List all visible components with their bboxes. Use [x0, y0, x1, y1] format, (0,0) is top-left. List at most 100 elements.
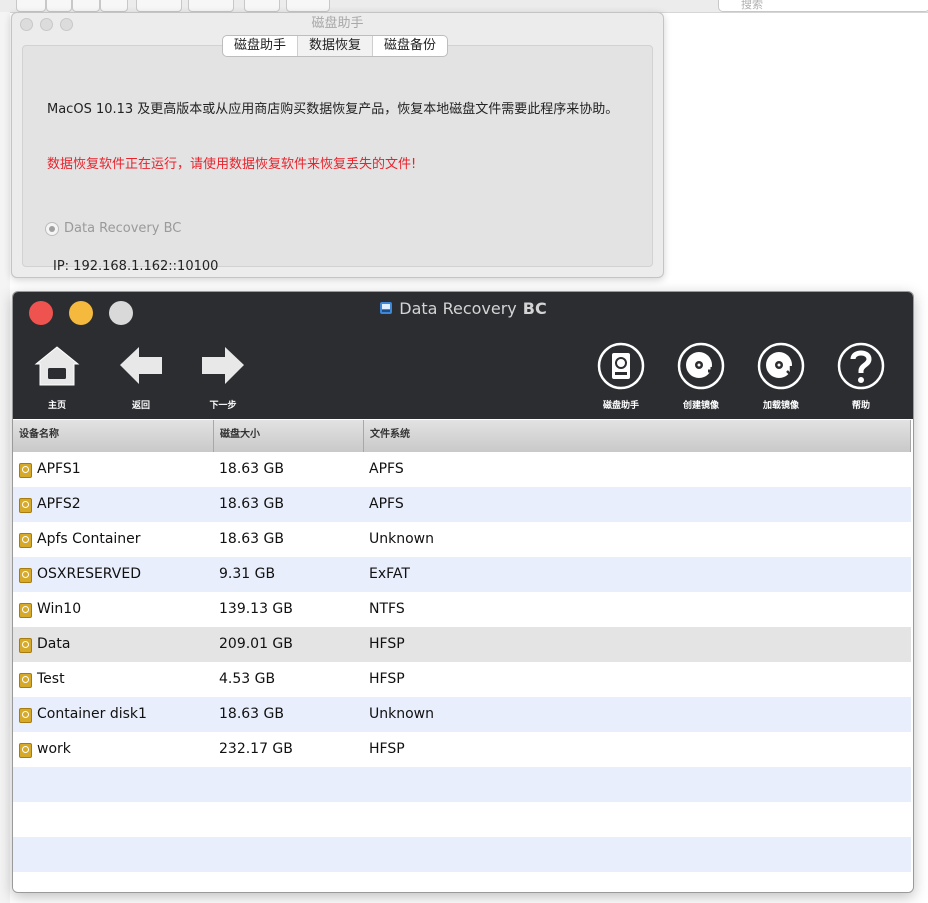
device-name-cell: Data — [37, 636, 71, 652]
empty-table-row — [13, 872, 911, 892]
file-system-cell: ExFAT — [369, 566, 410, 582]
disk-size-cell: 18.63 GB — [219, 706, 284, 722]
create-image-button[interactable]: 创建镜像 — [669, 342, 733, 412]
data-recovery-window: Data Recovery BC 主页 返回 下一步 磁盘助手 创建镜像 加载镜… — [12, 291, 914, 893]
table-row[interactable]: Test 4.53 GB HFSP — [13, 662, 911, 697]
home-icon — [34, 346, 80, 386]
disk-assistant-icon — [597, 342, 645, 390]
table-row[interactable]: APFS2 18.63 GB APFS — [13, 487, 911, 522]
device-name-cell: OSXRESERVED — [37, 566, 141, 582]
disk-assistant-window: 磁盘助手 MacOS 10.13 及更高版本或从应用商店购买数据恢复产品，恢复本… — [11, 12, 664, 278]
empty-table-row — [13, 837, 911, 872]
app-toolbar: Data Recovery BC 主页 返回 下一步 磁盘助手 创建镜像 加载镜… — [13, 292, 913, 419]
create-image-label: 创建镜像 — [682, 401, 719, 411]
finder-search-input[interactable]: 搜索 — [718, 0, 928, 12]
device-name-cell: APFS1 — [37, 461, 81, 477]
arrow-left-icon — [120, 347, 162, 384]
table-row[interactable]: Win10 139.13 GB NTFS — [13, 592, 911, 627]
disk-assistant-label: 磁盘助手 — [602, 401, 639, 411]
column-disk-size[interactable]: 磁盘大小 — [214, 420, 364, 452]
assistant-tab-bar: 磁盘助手 数据恢复 磁盘备份 — [222, 35, 449, 57]
disk-size-cell: 232.17 GB — [219, 741, 293, 757]
file-system-cell: Unknown — [369, 531, 434, 547]
radio-data-recovery-bc[interactable]: Data Recovery BC — [45, 221, 181, 236]
gallery-view-button[interactable] — [100, 0, 128, 12]
file-system-cell: APFS — [369, 496, 404, 512]
share-button[interactable] — [244, 0, 280, 12]
search-placeholder: 搜索 — [741, 0, 763, 11]
help-label: 帮助 — [851, 401, 870, 411]
radio-label: Data Recovery BC — [64, 221, 182, 236]
arrange-button[interactable] — [136, 0, 182, 12]
table-row[interactable]: work 232.17 GB HFSP — [13, 732, 911, 767]
disk-icon — [19, 603, 32, 618]
help-icon — [837, 342, 885, 390]
disk-size-cell: 4.53 GB — [219, 671, 276, 687]
disk-size-cell: 18.63 GB — [219, 531, 284, 547]
table-row[interactable]: APFS1 18.63 GB APFS — [13, 452, 911, 487]
file-system-cell: NTFS — [369, 601, 405, 617]
tag-button[interactable] — [286, 0, 330, 12]
assistant-panel: MacOS 10.13 及更高版本或从应用商店购买数据恢复产品，恢复本地磁盘文件… — [22, 45, 653, 274]
disk-icon — [19, 533, 32, 548]
home-label: 主页 — [47, 401, 66, 411]
app-title: Data Recovery BC — [13, 299, 913, 318]
file-system-cell: Unknown — [369, 706, 434, 722]
action-gear-button[interactable] — [188, 0, 234, 12]
tab-disk-assistant[interactable]: 磁盘助手 — [223, 36, 299, 56]
home-button[interactable]: 主页 — [25, 342, 89, 412]
device-name-cell: work — [37, 741, 71, 757]
device-name-cell: Win10 — [37, 601, 82, 617]
assistant-description: MacOS 10.13 及更高版本或从应用商店购买数据恢复产品，恢复本地磁盘文件… — [47, 102, 619, 117]
device-name-cell: Container disk1 — [37, 706, 147, 722]
back-label: 返回 — [131, 401, 150, 411]
app-title-suffix: BC — [522, 299, 547, 318]
tab-data-recovery[interactable]: 数据恢复 — [298, 36, 374, 56]
ip-address: IP: 192.168.1.162::10100 — [53, 259, 219, 274]
table-row[interactable]: Data 209.01 GB HFSP — [13, 627, 911, 662]
empty-table-row — [13, 767, 911, 802]
disk-icon — [19, 708, 32, 723]
device-table-header: 设备名称 磁盘大小 文件系统 — [13, 420, 911, 453]
device-name-cell: APFS2 — [37, 496, 81, 512]
tab-disk-backup[interactable]: 磁盘备份 — [373, 36, 447, 56]
radio-indicator[interactable] — [45, 221, 59, 236]
disk-assistant-button[interactable]: 磁盘助手 — [589, 342, 653, 412]
file-system-cell: HFSP — [369, 741, 405, 757]
empty-table-row — [13, 802, 911, 837]
load-image-icon — [757, 342, 805, 390]
column-view-button[interactable] — [72, 0, 100, 12]
create-image-icon — [677, 342, 725, 390]
next-label: 下一步 — [209, 401, 237, 411]
table-row[interactable]: OSXRESERVED 9.31 GB ExFAT — [13, 557, 911, 592]
arrow-right-icon — [202, 347, 244, 384]
load-image-label: 加载镜像 — [762, 401, 799, 411]
device-name-cell: Apfs Container — [37, 531, 141, 547]
list-view-button[interactable] — [46, 0, 72, 12]
disk-icon — [19, 673, 32, 688]
table-row[interactable]: Apfs Container 18.63 GB Unknown — [13, 522, 911, 557]
disk-icon — [19, 568, 32, 583]
app-logo-icon — [380, 302, 393, 314]
file-system-cell: HFSP — [369, 671, 405, 687]
disk-icon — [19, 743, 32, 758]
device-table-body: APFS1 18.63 GB APFS APFS2 18.63 GB APFS Apfs C… — [13, 452, 911, 892]
disk-icon — [19, 498, 32, 513]
disk-size-cell: 18.63 GB — [219, 496, 284, 512]
next-button[interactable]: 下一步 — [191, 342, 255, 412]
device-name-cell: Test — [37, 671, 65, 687]
table-row[interactable]: Container disk1 18.63 GB Unknown — [13, 697, 911, 732]
disk-size-cell: 9.31 GB — [219, 566, 276, 582]
load-image-button[interactable]: 加载镜像 — [749, 342, 813, 412]
icon-view-button[interactable] — [16, 0, 46, 12]
column-device-name[interactable]: 设备名称 — [13, 420, 214, 452]
disk-size-cell: 209.01 GB — [219, 636, 293, 652]
disk-icon — [19, 463, 32, 478]
column-file-system[interactable]: 文件系统 — [364, 420, 911, 452]
app-title-text: Data Recovery — [399, 299, 517, 318]
assistant-warning: 数据恢复软件正在运行，请使用数据恢复软件来恢复丢失的文件! — [47, 157, 417, 172]
assistant-window-title: 磁盘助手 — [311, 16, 364, 31]
back-button[interactable]: 返回 — [109, 342, 173, 412]
help-button[interactable]: 帮助 — [829, 342, 893, 412]
disk-size-cell: 18.63 GB — [219, 461, 284, 477]
